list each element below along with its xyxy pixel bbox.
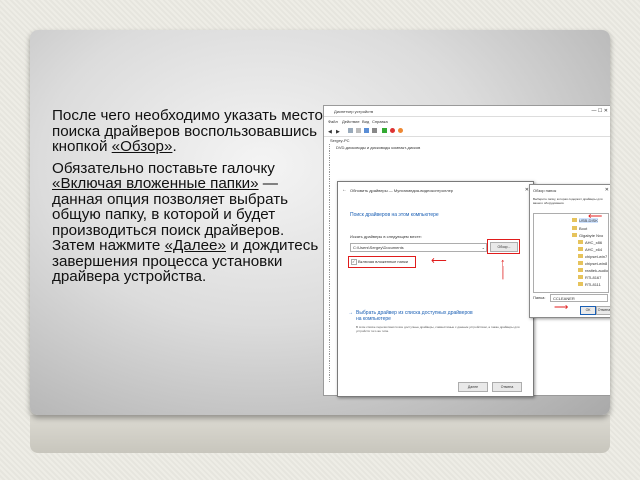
wizard-title: Обновить драйверы — Мультимедиа-видеокон… [350, 188, 454, 193]
arrow-icon: → [348, 310, 353, 316]
browse-highlight [487, 239, 520, 254]
browse-title: Обзор папок [533, 188, 557, 193]
path-input[interactable]: C:\Users\Sergey\Documents ⌄ [350, 243, 487, 252]
slide: После чего необходимо указать место поис… [30, 30, 610, 415]
folder-icon [578, 247, 583, 251]
folder-item[interactable]: realtek-audio [585, 268, 608, 273]
folder-tree[interactable]: USB-DISK Boot Gigabyte Nvo AHC_x86 AHC_x… [533, 213, 609, 293]
update-driver-dialog: ← Обновить драйверы — Мультимедиа-видеок… [337, 181, 534, 397]
menu-action[interactable]: Действие [342, 119, 360, 124]
browse-link[interactable]: «Обзор» [112, 138, 173, 155]
folder-input[interactable]: CCLEANER [550, 294, 608, 302]
folder-item[interactable]: RTL8167 [585, 275, 601, 280]
screenshot-image: Диспетчер устройств — ☐ ✕ Файл Действие … [323, 105, 610, 397]
folder-item[interactable]: chipset-win8 [585, 261, 607, 266]
para1-text: После чего необходимо указать место поис… [52, 107, 323, 155]
folder-item[interactable]: AHC_x64 [585, 247, 602, 252]
cancel-button[interactable]: Отмена [492, 382, 522, 392]
back-arrow-icon[interactable]: ← [342, 187, 347, 193]
ok-button[interactable]: ОК [580, 306, 596, 315]
menu-view[interactable]: Вид [362, 119, 369, 124]
path-value: C:\Users\Sergey\Documents [353, 245, 404, 250]
list-icon[interactable] [356, 128, 361, 133]
window-controls-icon[interactable]: — ☐ ✕ [592, 108, 608, 114]
tree-item-dvd[interactable]: DVD-дисководы и дисководы компакт-дисков [336, 145, 420, 150]
browse-cancel-button[interactable]: Отмена [596, 306, 610, 315]
wizard-heading: Поиск драйверов на этом компьютере [350, 212, 439, 218]
paragraph-1: После чего необходимо указать место поис… [52, 108, 327, 155]
next-link[interactable]: «Далее» [165, 237, 226, 254]
folder-item[interactable]: chipset-win7 [585, 254, 607, 259]
folder-icon [572, 226, 577, 230]
menu-bar: Файл Действие Вид Справка [324, 117, 610, 125]
folder-item[interactable]: AHC_x86 [585, 240, 602, 245]
folder-icon [578, 275, 583, 279]
scan-icon[interactable] [372, 128, 377, 133]
forward-icon[interactable]: ▶ [336, 129, 341, 135]
folder-arrow-icon: ⟵ [588, 211, 603, 222]
folder-item[interactable]: RTL8111 [585, 282, 601, 287]
browse-close-icon[interactable]: ✕ [605, 187, 609, 193]
menu-file[interactable]: Файл [328, 119, 338, 124]
pc-node[interactable]: Sergey-PC [330, 138, 350, 143]
browse-folder-dialog: Обзор папок ✕ Выберите папку, которая со… [529, 184, 610, 318]
para2-text-1: Обязательно поставьте галочку [52, 159, 275, 177]
slide-frame-bottom [30, 415, 610, 453]
folder-icon [578, 282, 583, 286]
next-button[interactable]: Далее [458, 382, 488, 392]
paragraph-2: Обязательно поставьте галочку «Включая в… [52, 159, 327, 285]
dropdown-icon[interactable]: ⌄ [482, 245, 485, 250]
help-icon[interactable] [364, 128, 369, 133]
pick-driver-desc: В этом списке перечисляются все доступны… [356, 325, 520, 333]
folder-icon [572, 233, 577, 237]
folder-item[interactable]: Boot [579, 226, 587, 231]
folder-icon [578, 268, 583, 272]
disable-icon[interactable] [398, 128, 403, 133]
checkbox-highlight [348, 256, 416, 268]
back-icon[interactable]: ◀ [328, 129, 333, 135]
update-driver-icon[interactable] [382, 128, 387, 133]
browse-hint: Выберите папку, которая содержит драйвер… [533, 197, 603, 205]
folder-item[interactable]: Gigabyte Nvo [579, 233, 603, 238]
folder-label: Папка: [533, 295, 546, 300]
devmgr-title: Диспетчер устройств [334, 109, 374, 114]
toolbar: ◀ ▶ [324, 126, 610, 137]
slide-text: После чего необходимо указать место поис… [52, 108, 327, 291]
ok-arrow-icon: ⟶ [554, 302, 569, 313]
para1-end: . [172, 138, 177, 155]
device-tree [326, 144, 336, 382]
menu-help[interactable]: Справка [372, 119, 388, 124]
properties-icon[interactable] [348, 128, 353, 133]
folder-value: CCLEANER [553, 296, 575, 301]
left-arrow-icon: ⟵ [431, 255, 447, 267]
up-arrow-icon: ↑ │ [500, 257, 507, 279]
search-label: Искать драйверы в следующем месте: [350, 234, 422, 239]
devmgr-titlebar: Диспетчер устройств — ☐ ✕ [324, 106, 610, 117]
folder-icon [578, 254, 583, 258]
folder-icon [572, 218, 577, 222]
include-subfolders-link[interactable]: «Включая вложенные папки» [52, 175, 259, 192]
folder-icon [578, 261, 583, 265]
uninstall-icon[interactable] [390, 128, 395, 133]
folder-icon [578, 240, 583, 244]
pick-driver-link[interactable]: Выбрать драйвер из списка доступных драй… [356, 310, 476, 322]
